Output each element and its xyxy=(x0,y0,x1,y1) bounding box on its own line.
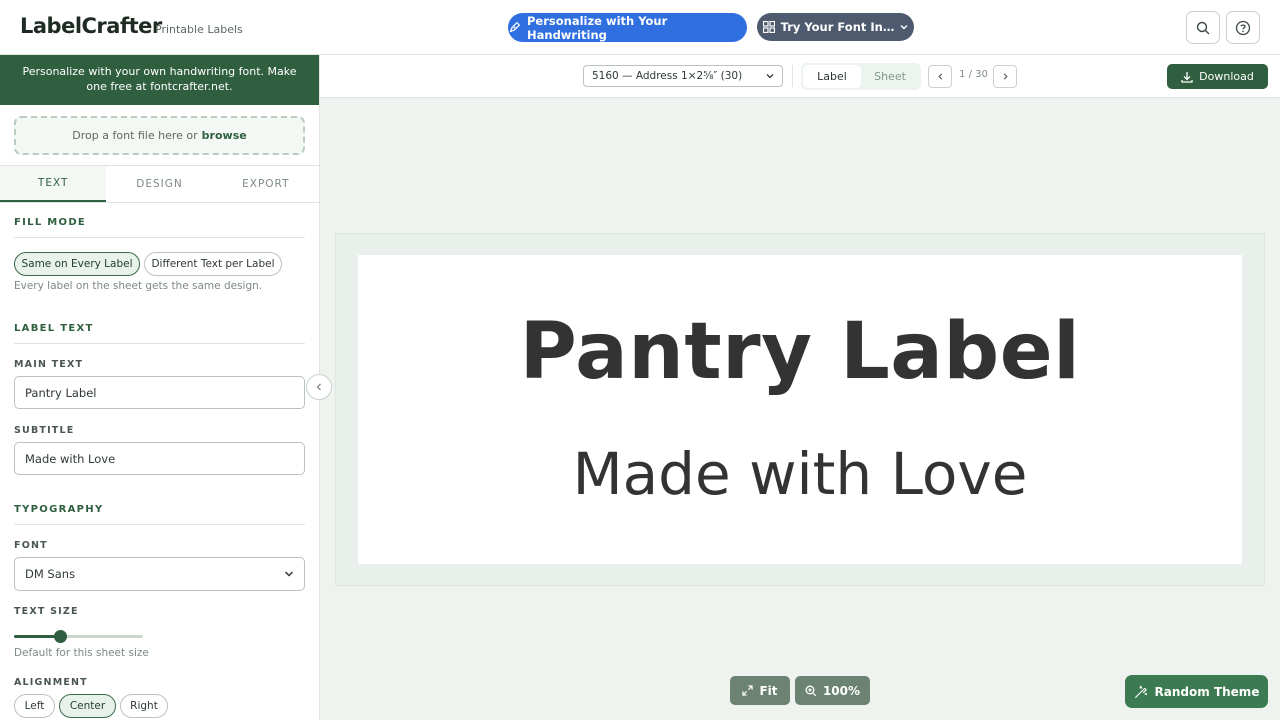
fit-button[interactable]: Fit xyxy=(730,676,790,705)
expand-icon xyxy=(742,685,754,696)
label-preview[interactable]: Pantry Label Made with Love xyxy=(358,255,1242,564)
chevron-left-icon xyxy=(315,383,323,391)
brand-subtitle: Printable Labels xyxy=(155,23,243,36)
divider xyxy=(14,343,305,344)
sidebar-tabs: TEXT DESIGN EXPORT xyxy=(0,165,319,203)
divider xyxy=(14,524,305,525)
tab-export[interactable]: EXPORT xyxy=(213,166,319,202)
font-select[interactable]: DM Sans xyxy=(14,557,305,591)
download-button[interactable]: Download xyxy=(1167,64,1268,89)
sidebar: Personalize with your own handwriting fo… xyxy=(0,55,320,720)
text-size-slider-thumb[interactable] xyxy=(54,630,68,643)
brand-logo[interactable]: LabelCrafter xyxy=(20,14,162,38)
view-sheet-option[interactable]: Sheet xyxy=(861,65,919,88)
align-center-option[interactable]: Center xyxy=(59,694,116,718)
chevron-down-icon xyxy=(766,72,774,80)
fill-mode-different-option[interactable]: Different Text per Label xyxy=(144,252,282,276)
alignment-label: ALIGNMENT xyxy=(14,677,88,688)
fill-mode-same-option[interactable]: Same on Every Label xyxy=(14,252,140,276)
random-theme-label: Random Theme xyxy=(1154,684,1260,699)
search-icon xyxy=(1196,21,1210,35)
text-size-slider[interactable] xyxy=(14,630,143,643)
subtitle-label: SUBTITLE xyxy=(14,425,75,436)
align-right-option[interactable]: Right xyxy=(120,694,168,718)
download-label: Download xyxy=(1199,70,1254,83)
align-left-option[interactable]: Left xyxy=(14,694,55,718)
font-label: FONT xyxy=(14,540,48,551)
chevron-left-icon xyxy=(937,73,944,80)
sheet-size-select[interactable]: 5160 — Address 1×2⅝″ (30) xyxy=(583,65,783,87)
search-button[interactable] xyxy=(1186,11,1220,44)
top-bar: LabelCrafter Printable Labels Personaliz… xyxy=(0,0,1280,55)
font-select-value: DM Sans xyxy=(25,567,76,581)
tab-design[interactable]: DESIGN xyxy=(106,166,212,202)
collapse-sidebar-button[interactable] xyxy=(306,374,332,400)
zoom-icon xyxy=(805,685,817,697)
try-font-label: Try Your Font In… xyxy=(780,20,895,34)
sheet-size-value: 5160 — Address 1×2⅝″ (30) xyxy=(592,70,743,82)
chevron-down-icon xyxy=(284,569,294,579)
zoom-label: 100% xyxy=(822,683,861,698)
label-main-text: Pantry Label xyxy=(519,307,1081,397)
tab-text[interactable]: TEXT xyxy=(0,166,107,202)
chevron-down-icon xyxy=(900,23,908,31)
personalize-handwriting-button[interactable]: Personalize with Your Handwriting xyxy=(508,13,747,42)
subtitle-input[interactable]: Made with Love xyxy=(14,442,305,475)
personalize-handwriting-label: Personalize with Your Handwriting xyxy=(527,13,668,42)
random-theme-button[interactable]: Random Theme xyxy=(1125,675,1268,708)
typography-heading: TYPOGRAPHY xyxy=(14,504,104,515)
promo-banner[interactable]: Personalize with your own handwriting fo… xyxy=(0,55,319,105)
fill-mode-heading: FILL MODE xyxy=(14,217,87,228)
label-subtitle-text: Made with Love xyxy=(572,440,1028,508)
main-text-label: MAIN TEXT xyxy=(14,359,84,370)
next-label-button[interactable] xyxy=(993,65,1017,88)
dropzone-text: Drop a font file here or xyxy=(72,129,198,142)
download-icon xyxy=(1181,71,1193,83)
pen-icon xyxy=(508,21,521,34)
help-icon xyxy=(1235,20,1251,36)
fit-label: Fit xyxy=(759,683,778,698)
text-size-hint: Default for this sheet size xyxy=(14,647,149,659)
zoom-button[interactable]: 100% xyxy=(795,676,870,705)
toolbar-divider xyxy=(792,65,793,87)
palette-icon xyxy=(1134,684,1148,699)
divider xyxy=(14,237,305,238)
fill-mode-hint: Every label on the sheet gets the same d… xyxy=(14,280,263,292)
help-button[interactable] xyxy=(1226,11,1260,44)
page-indicator: 1 / 30 xyxy=(959,69,988,80)
view-toggle: Label Sheet xyxy=(801,63,921,90)
label-text-heading: LABEL TEXT xyxy=(14,323,94,334)
main-text-input[interactable]: Pantry Label xyxy=(14,376,305,409)
view-label-option[interactable]: Label xyxy=(803,65,861,88)
try-font-dropdown-button[interactable]: Try Your Font In… xyxy=(757,13,914,41)
toolbar: 5160 — Address 1×2⅝″ (30) Label Sheet 1 … xyxy=(320,55,1280,98)
browse-link[interactable]: browse xyxy=(202,129,247,142)
font-dropzone[interactable]: Drop a font file here or browse xyxy=(14,116,305,155)
prev-label-button[interactable] xyxy=(928,65,952,88)
chevron-right-icon xyxy=(1002,73,1009,80)
text-size-label: TEXT SIZE xyxy=(14,606,79,617)
grid-icon xyxy=(762,21,775,33)
